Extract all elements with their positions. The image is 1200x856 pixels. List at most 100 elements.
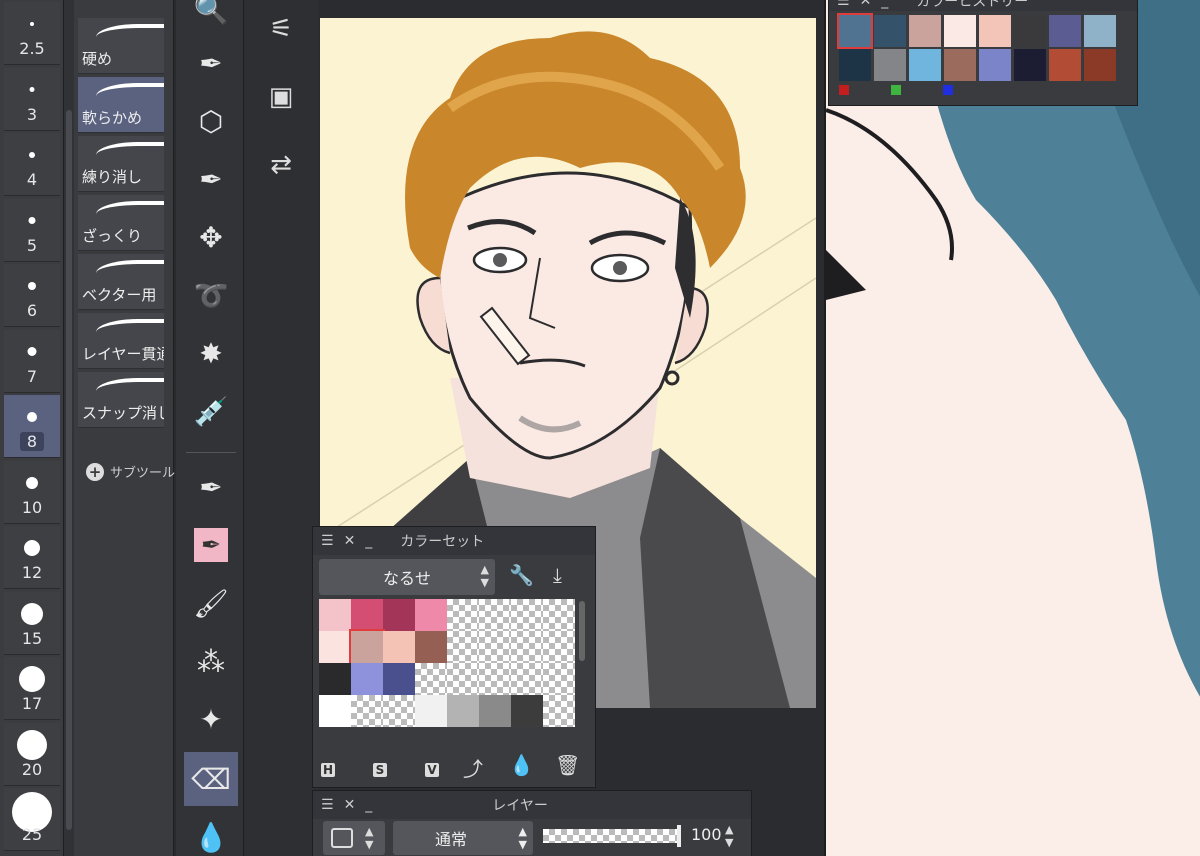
close-icon[interactable]: ✕	[860, 0, 872, 9]
empty-swatch[interactable]	[479, 663, 511, 695]
blend-mode-dropdown[interactable]: 通常 ▲ ▼	[393, 821, 533, 855]
empty-swatch[interactable]	[543, 695, 575, 727]
history-swatch[interactable]	[1014, 49, 1046, 81]
color-swatch[interactable]	[349, 629, 385, 665]
brush-size-25[interactable]: 25	[4, 788, 60, 851]
opacity-slider[interactable]	[543, 825, 681, 847]
menu-icon[interactable]: ☰	[321, 797, 334, 813]
move-icon[interactable]: ✥	[184, 210, 238, 264]
brush-size-2-5[interactable]: 2.5	[4, 2, 60, 65]
saturation-button[interactable]: S	[373, 763, 387, 777]
opacity-slider-handle[interactable]	[677, 825, 681, 847]
empty-swatch[interactable]	[511, 631, 543, 663]
brush-size-3[interactable]: 3	[4, 67, 60, 131]
color-swatch[interactable]	[415, 599, 447, 631]
history-swatch[interactable]	[1014, 15, 1046, 47]
history-swatch[interactable]	[837, 13, 873, 49]
color-set-dropdown[interactable]: なるせ ▲ ▼	[319, 559, 495, 595]
color-swatch[interactable]	[479, 695, 511, 727]
brush-size-5[interactable]: 5	[4, 198, 60, 262]
tool-property-icon[interactable]: ⚟	[264, 12, 298, 46]
brush-size-7[interactable]: 7	[4, 329, 60, 393]
empty-swatch[interactable]	[351, 695, 383, 727]
color-swatch[interactable]	[383, 631, 415, 663]
add-color-icon[interactable]: 💧	[509, 753, 534, 777]
empty-swatch[interactable]	[383, 695, 415, 727]
color-swatch[interactable]	[447, 695, 479, 727]
empty-swatch[interactable]	[543, 631, 575, 663]
history-swatch[interactable]	[909, 49, 941, 81]
lasso-icon[interactable]: ➰	[184, 268, 238, 322]
color-swatch[interactable]	[351, 599, 383, 631]
minimize-icon[interactable]: _	[881, 0, 888, 9]
pen-icon[interactable]: ✒	[184, 518, 238, 572]
pen-icon[interactable]: ✒	[184, 460, 238, 514]
3d-icon[interactable]: ⬡	[184, 94, 238, 148]
brush-size-scrollbar[interactable]	[64, 0, 74, 856]
spray-icon[interactable]: ⁂	[184, 634, 238, 688]
history-swatch[interactable]	[979, 15, 1011, 47]
trash-icon[interactable]: 🗑	[555, 753, 580, 777]
empty-swatch[interactable]	[479, 599, 511, 631]
history-swatch[interactable]	[944, 15, 976, 47]
history-swatch[interactable]	[1049, 15, 1081, 47]
brush-size-6[interactable]: 6	[4, 264, 60, 327]
airbrush-icon[interactable]: 🖌	[184, 576, 238, 630]
minimize-icon[interactable]: _	[365, 533, 372, 549]
brush-size-20[interactable]: 20	[4, 722, 60, 786]
layer-property-icon[interactable]: ▣	[264, 80, 298, 114]
brush-size-17[interactable]: 17	[4, 657, 60, 720]
sub-tool-item[interactable]: レイヤー貫通	[78, 313, 164, 369]
color-swatch[interactable]	[383, 599, 415, 631]
color-swatch[interactable]	[319, 599, 351, 631]
hue-button[interactable]: H	[321, 763, 335, 777]
empty-swatch[interactable]	[511, 663, 543, 695]
sub-tool-item[interactable]: 硬め	[78, 18, 164, 74]
brush-size-4[interactable]: 4	[4, 133, 60, 196]
brush-size-12[interactable]: 12	[4, 526, 60, 589]
close-icon[interactable]: ✕	[344, 533, 356, 549]
sub-tool-item[interactable]: 軟らかめ	[78, 77, 164, 133]
menu-icon[interactable]: ☰	[837, 0, 850, 9]
empty-swatch[interactable]	[479, 631, 511, 663]
pen-icon[interactable]: ✒	[184, 36, 238, 90]
empty-swatch[interactable]	[447, 599, 479, 631]
wrench-icon[interactable]: 🔧	[509, 563, 534, 587]
brush-size-10[interactable]: 10	[4, 460, 60, 524]
color-swatch[interactable]	[415, 631, 447, 663]
color-swatch[interactable]	[351, 663, 383, 695]
history-swatch[interactable]	[979, 49, 1011, 81]
empty-swatch[interactable]	[447, 631, 479, 663]
sub-tool-item[interactable]: スナップ消し	[78, 372, 164, 428]
color-swatch[interactable]	[319, 663, 351, 695]
import-icon[interactable]: ⤓	[553, 563, 562, 587]
color-swatch[interactable]	[383, 663, 415, 695]
sub-view[interactable]	[824, 0, 1200, 856]
history-swatch[interactable]	[944, 49, 976, 81]
empty-swatch[interactable]	[447, 663, 479, 695]
chevron-updown-icon[interactable]: ▲ ▼	[725, 823, 733, 849]
history-swatch[interactable]	[1084, 15, 1116, 47]
sub-tool-item[interactable]: 練り消し	[78, 136, 164, 192]
eyedropper-icon[interactable]: 💉	[184, 384, 238, 438]
menu-icon[interactable]: ☰	[321, 533, 334, 549]
color-swatch[interactable]	[319, 631, 351, 663]
zoom-icon[interactable]: 🔍	[184, 0, 238, 36]
history-swatch[interactable]	[874, 49, 906, 81]
minimize-icon[interactable]: _	[365, 797, 372, 813]
history-swatch[interactable]	[839, 49, 871, 81]
magic-wand-icon[interactable]: ✸	[184, 326, 238, 380]
brush-size-8[interactable]: 8	[4, 395, 60, 458]
pen-icon[interactable]: ✒	[184, 152, 238, 206]
color-swatch[interactable]	[319, 695, 351, 727]
history-swatch[interactable]	[1084, 49, 1116, 81]
history-swatch[interactable]	[1049, 49, 1081, 81]
eraser-icon[interactable]: ⌫	[184, 752, 238, 806]
color-swatch[interactable]	[511, 695, 543, 727]
sub-tool-item[interactable]: ベクター用	[78, 254, 164, 310]
layer-color-toggle[interactable]: ▲ ▼	[323, 821, 385, 855]
decoration-icon[interactable]: ✦	[184, 692, 238, 746]
history-swatch[interactable]	[874, 15, 906, 47]
blend-icon[interactable]: 💧	[184, 810, 238, 856]
history-swatch[interactable]	[909, 15, 941, 47]
